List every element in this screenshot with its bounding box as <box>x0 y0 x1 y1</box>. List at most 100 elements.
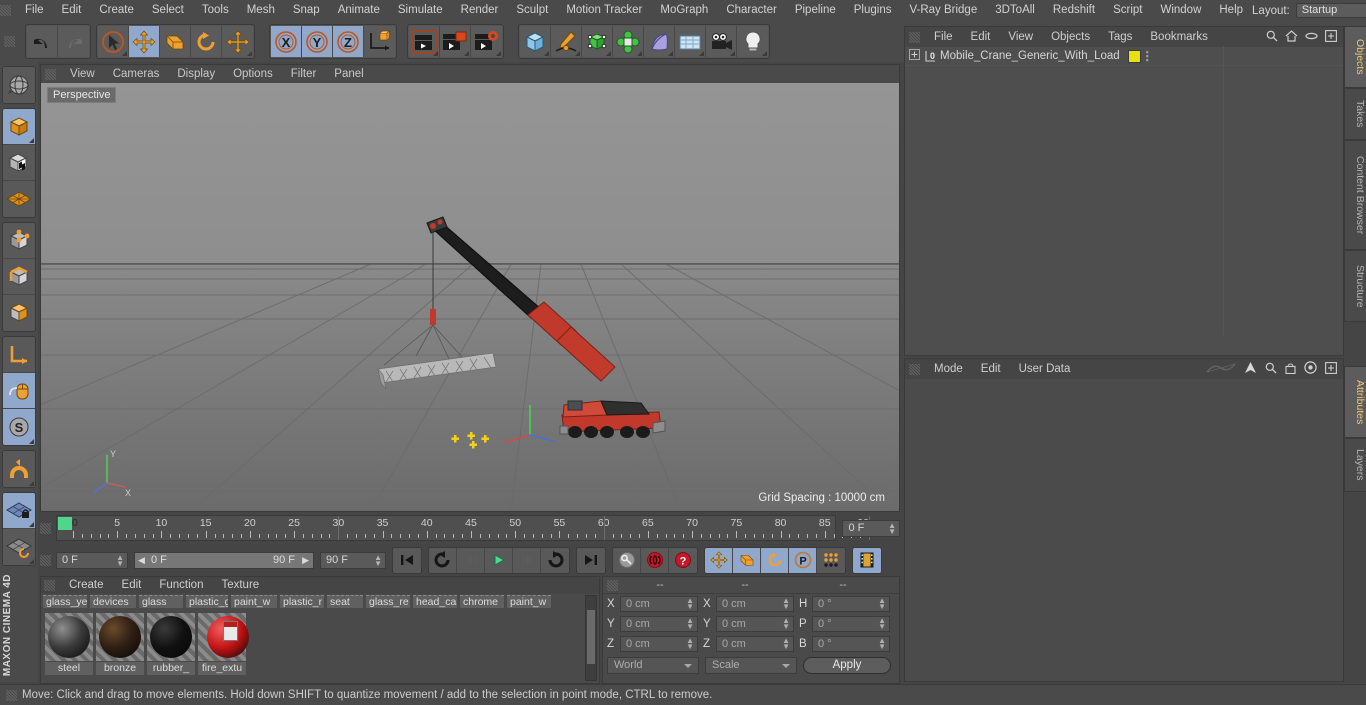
workplane-mode-button[interactable] <box>3 181 35 217</box>
list-item[interactable]: bronze <box>96 613 144 675</box>
material-name-tab[interactable]: devices <box>90 595 136 608</box>
material-menu-create[interactable]: Create <box>60 577 113 594</box>
undo-button[interactable] <box>27 26 58 57</box>
end-frame-field[interactable]: 90 F ▲ ▼ <box>320 551 386 569</box>
timeline-filmstrip-button[interactable] <box>853 547 881 573</box>
spinner-icon[interactable]: ▲ ▼ <box>782 617 790 631</box>
position-field-0[interactable]: 0 cm ▲ ▼ <box>620 596 698 612</box>
render-view-button[interactable] <box>409 26 440 57</box>
list-item[interactable]: fire_extu <box>198 613 249 675</box>
object-menu-tags[interactable]: Tags <box>1099 27 1141 47</box>
polygons-mode-button[interactable] <box>3 295 35 331</box>
spinner-icon[interactable]: ▲ ▼ <box>782 637 790 651</box>
menu-item-script[interactable]: Script <box>1104 0 1151 21</box>
menu-item-simulate[interactable]: Simulate <box>389 0 452 21</box>
attributes-menu-mode[interactable]: Mode <box>925 359 972 379</box>
position-key-toggle[interactable] <box>705 547 733 573</box>
tab-attributes[interactable]: Attributes <box>1344 366 1366 438</box>
object-axis-button[interactable] <box>3 337 35 373</box>
add-deformer-button[interactable] <box>644 26 675 57</box>
tab-layers[interactable]: Layers <box>1344 438 1366 492</box>
preview-range-bar[interactable]: ◀ 0 F 90 F ▶ <box>134 551 314 569</box>
menu-item-render[interactable]: Render <box>452 0 508 21</box>
perspective-viewport[interactable]: Y X Perspective Grid Spacing : 10000 cm <box>41 83 899 511</box>
add-array-button[interactable] <box>613 26 644 57</box>
viewport-grip-handle[interactable] <box>45 68 56 80</box>
menu-grip-handle[interactable] <box>0 5 11 16</box>
add-spline-button[interactable] <box>551 26 582 57</box>
scale-lock-button[interactable]: S <box>3 409 35 445</box>
coordinate-mode-dropdown[interactable]: Scale <box>705 657 797 674</box>
spinner-icon[interactable]: ▲ ▼ <box>686 617 694 631</box>
crane-model[interactable]: Y X <box>41 83 899 511</box>
material-menu-edit[interactable]: Edit <box>113 577 151 594</box>
material-name-tab[interactable]: head_ca <box>413 595 457 608</box>
material-name-tab[interactable]: glass_re <box>366 595 410 608</box>
go-to-previous-key-button[interactable] <box>429 547 457 573</box>
texture-mode-button[interactable] <box>3 145 35 181</box>
lock-icon[interactable] <box>1285 361 1296 377</box>
menu-item-sculpt[interactable]: Sculpt <box>507 0 557 21</box>
transport-grip-handle[interactable] <box>40 554 51 566</box>
tab-takes[interactable]: Takes <box>1344 88 1366 140</box>
material-preview[interactable] <box>96 613 144 661</box>
object-name[interactable]: Mobile_Crane_Generic_With_Load <box>940 50 1120 62</box>
timeline-grip-handle[interactable] <box>40 522 51 534</box>
go-to-end-button[interactable] <box>577 547 605 573</box>
live-selection-tool[interactable] <box>98 26 129 57</box>
material-name-tab[interactable]: seat <box>327 595 363 608</box>
rotation-field-1[interactable]: 0 ° ▲ ▼ <box>812 616 890 632</box>
menu-item-select[interactable]: Select <box>143 0 193 21</box>
render-settings-button[interactable] <box>471 26 502 57</box>
spinner-icon[interactable]: ▲ ▼ <box>116 553 124 567</box>
menu-item-character[interactable]: Character <box>717 0 786 21</box>
material-tag-icon[interactable] <box>1127 49 1141 63</box>
scale-tool[interactable] <box>160 26 191 57</box>
add-scene-object-button[interactable] <box>675 26 706 57</box>
timeline-playhead[interactable] <box>58 517 72 530</box>
go-to-next-key-button[interactable] <box>541 547 569 573</box>
viewport-menu-display[interactable]: Display <box>168 65 224 83</box>
material-name-tab[interactable]: chrome <box>460 595 504 608</box>
menu-item-motion-tracker[interactable]: Motion Tracker <box>557 0 651 21</box>
material-name-tab[interactable]: paint_w <box>231 595 277 608</box>
parameter-key-toggle[interactable]: P <box>789 547 817 573</box>
menu-item-help[interactable]: Help <box>1210 0 1252 21</box>
menu-item-pipeline[interactable]: Pipeline <box>786 0 845 21</box>
size-field-1[interactable]: 0 cm ▲ ▼ <box>716 616 794 632</box>
menu-item-plugins[interactable]: Plugins <box>845 0 901 21</box>
material-menu-function[interactable]: Function <box>150 577 212 594</box>
undo-view-button[interactable] <box>3 67 35 103</box>
material-preview[interactable] <box>198 613 249 661</box>
attributes-grip-handle[interactable] <box>909 363 920 375</box>
material-preview[interactable] <box>45 613 93 661</box>
material-name-tab[interactable]: paint_w <box>507 595 551 608</box>
object-menu-file[interactable]: File <box>925 27 962 47</box>
size-field-0[interactable]: 0 cm ▲ ▼ <box>716 596 794 612</box>
toolbar-grip-handle[interactable] <box>4 36 15 47</box>
coordinates-grip-handle[interactable] <box>607 579 618 591</box>
render-to-picture-viewer-button[interactable] <box>440 26 471 57</box>
menu-item-tools[interactable]: Tools <box>193 0 238 21</box>
spinner-icon[interactable]: ▲ ▼ <box>878 597 886 611</box>
add-camera-button[interactable] <box>706 26 737 57</box>
lock-x-axis[interactable]: X <box>271 26 302 57</box>
position-field-2[interactable]: 0 cm ▲ ▼ <box>620 636 698 652</box>
material-grip-handle[interactable] <box>44 580 55 591</box>
viewport-menu-cameras[interactable]: Cameras <box>104 65 169 83</box>
start-frame-field[interactable]: 0 F ▲ ▼ <box>56 551 128 569</box>
points-mode-button[interactable] <box>3 223 35 259</box>
autokeying-button[interactable] <box>641 547 669 573</box>
go-to-start-button[interactable] <box>393 547 421 573</box>
object-tree[interactable]: 0 Mobile_Crane_Generic_With_Load ▪ ▪ ▪ <box>905 46 1343 355</box>
range-right-arrow-icon[interactable]: ▶ <box>302 553 309 568</box>
status-grip-handle[interactable] <box>6 689 17 701</box>
model-mode-button[interactable] <box>3 109 35 145</box>
point-level-animation-toggle[interactable] <box>817 547 845 573</box>
object-menu-edit[interactable]: Edit <box>962 27 1000 47</box>
enable-snap-button[interactable] <box>3 451 35 487</box>
material-scrollbar[interactable] <box>585 595 597 681</box>
attributes-content[interactable] <box>905 379 1343 681</box>
menu-item-3dtoall[interactable]: 3DToAll <box>986 0 1044 21</box>
search-icon[interactable] <box>1265 362 1277 377</box>
